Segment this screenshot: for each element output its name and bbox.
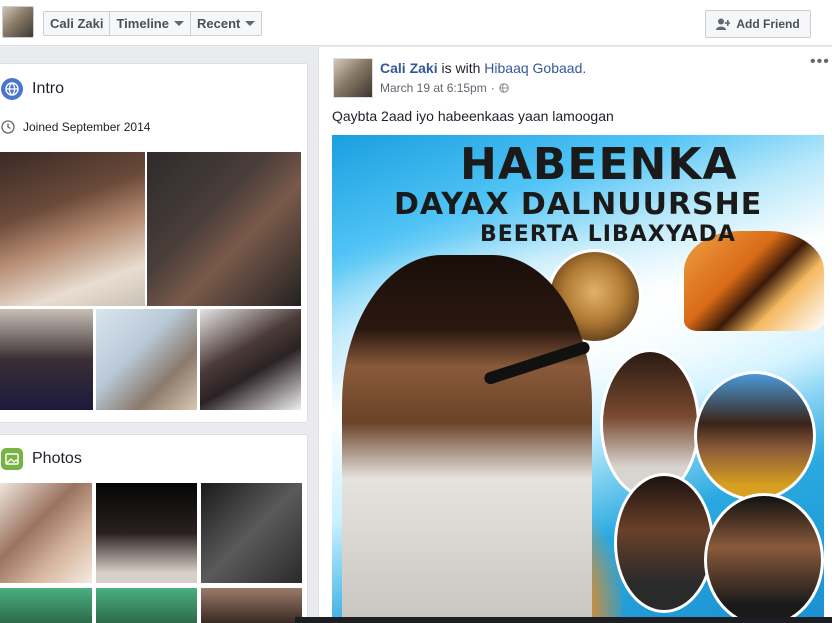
post-author-avatar[interactable]	[333, 58, 373, 98]
performer-photo	[704, 493, 824, 623]
tagged-person-link[interactable]: Hibaaq Gobaad.	[484, 60, 586, 76]
add-friend-icon	[716, 18, 731, 30]
add-friend-label: Add Friend	[736, 17, 800, 31]
post-text: Qaybta 2aad iyo habeenkaas yaan lamoogan	[332, 108, 614, 124]
poster-title-line2: DAYAX DALNUURSHE	[394, 187, 763, 222]
photos-header[interactable]: Photos	[1, 448, 82, 470]
featured-photo[interactable]	[200, 309, 301, 410]
feed-post: Cali Zaki is with Hibaaq Gobaad. March 1…	[318, 47, 832, 623]
globe-icon	[1, 78, 23, 100]
joined-info: Joined September 2014	[1, 120, 150, 134]
photo-thumbnail[interactable]	[0, 588, 92, 623]
profile-nav-group: Cali Zaki Timeline Recent	[43, 11, 263, 36]
photos-icon	[1, 448, 23, 470]
profile-name-label: Cali Zaki	[50, 15, 104, 31]
photo-thumbnail[interactable]	[96, 588, 197, 623]
poster-title-line3: BEERTA LIBAXYADA	[480, 222, 736, 247]
photo-thumbnail[interactable]	[201, 588, 302, 623]
caret-down-icon	[245, 21, 256, 26]
performer-photo	[614, 473, 714, 613]
recent-label: Recent	[196, 15, 241, 31]
separator-dot: ·	[490, 81, 495, 95]
timeline-label: Timeline	[116, 15, 169, 31]
photo-thumbnail[interactable]	[201, 483, 302, 583]
post-timestamp-row: March 19 at 6:15pm ·	[380, 81, 509, 95]
performer-photo	[694, 371, 816, 501]
public-globe-icon[interactable]	[498, 83, 509, 93]
post-timestamp[interactable]: March 19 at 6:15pm	[380, 81, 487, 95]
post-header: Cali Zaki is with Hibaaq Gobaad.	[380, 60, 586, 76]
post-author-link[interactable]: Cali Zaki	[380, 60, 438, 76]
featured-photo[interactable]	[0, 309, 93, 410]
photo-thumbnail[interactable]	[0, 483, 92, 583]
clock-icon	[1, 120, 15, 134]
recent-dropdown[interactable]: Recent	[191, 12, 261, 35]
poster-title-line1: HABEENKA	[460, 139, 738, 190]
joined-text: Joined September 2014	[23, 120, 151, 134]
profile-name-button[interactable]: Cali Zaki	[44, 12, 111, 35]
featured-photo[interactable]	[147, 152, 301, 306]
timeline-dropdown[interactable]: Timeline	[110, 12, 191, 35]
intro-header: Intro	[1, 78, 64, 100]
caret-down-icon	[173, 21, 184, 26]
bottom-edge-bar	[295, 617, 832, 623]
featured-photo[interactable]	[96, 309, 197, 410]
photos-title: Photos	[32, 450, 82, 467]
featured-photo[interactable]	[0, 152, 145, 306]
singer-photo	[342, 255, 592, 623]
intro-title: Intro	[32, 80, 65, 97]
profile-header-bar: Cali Zaki Timeline Recent Add Friend	[0, 0, 832, 46]
profile-avatar[interactable]	[2, 6, 34, 38]
post-options-button[interactable]: •••	[810, 53, 830, 71]
add-friend-button[interactable]: Add Friend	[705, 10, 811, 38]
with-text: is with	[441, 60, 481, 76]
post-image[interactable]: HABEENKA DAYAX DALNUURSHE BEERTA LIBAXYA…	[332, 135, 824, 623]
photo-thumbnail[interactable]	[96, 483, 197, 583]
